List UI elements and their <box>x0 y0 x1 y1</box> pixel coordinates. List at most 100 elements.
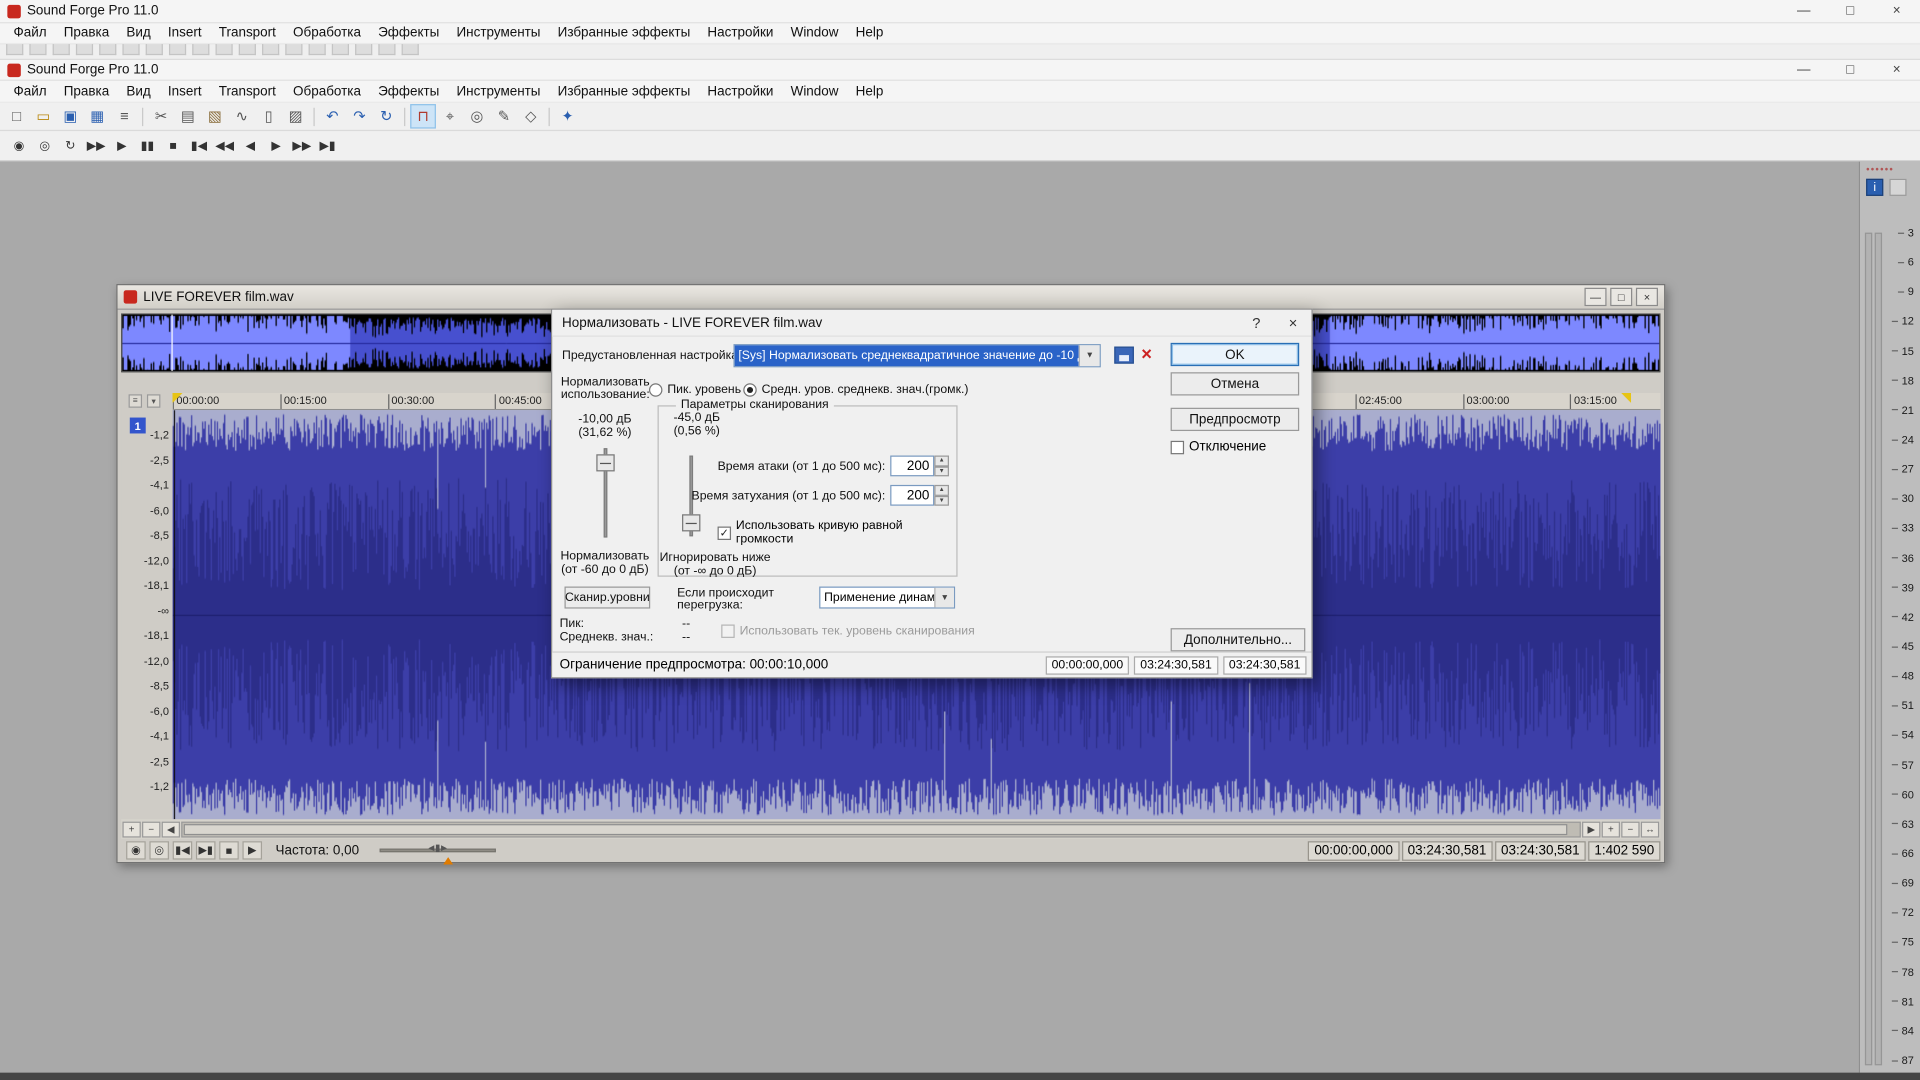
menu-избранные-эффекты[interactable]: Избранные эффекты <box>549 84 699 99</box>
help-icon[interactable]: ? <box>1238 310 1275 336</box>
spin-up-icon[interactable]: ▲ <box>934 485 949 495</box>
equal-loudness-row[interactable]: ✓ Использовать кривую равной громкости <box>718 519 957 546</box>
scan-levels-button[interactable]: Сканир.уровни <box>564 587 650 609</box>
meter-drag-handle[interactable]: •••••• <box>1866 164 1894 175</box>
chevron-down-icon[interactable]: ▼ <box>934 588 954 608</box>
zoom-in-alt-button[interactable]: + <box>1602 821 1620 837</box>
doc-go-end-button[interactable]: ▶▮ <box>196 841 216 859</box>
snap-to-grid-button[interactable]: ⊓ <box>410 104 436 128</box>
zoom-out-button[interactable]: − <box>142 821 160 837</box>
menu-transport[interactable]: Transport <box>210 84 284 99</box>
minimize-icon[interactable]: — <box>1780 0 1827 22</box>
rms-radio[interactable] <box>743 383 756 396</box>
dialog-position-field[interactable]: 00:00:00,000 <box>1046 656 1130 674</box>
cut-button[interactable]: ✂ <box>148 104 174 128</box>
loop-playback-button[interactable]: ◎ <box>33 134 56 157</box>
go-to-end-button[interactable]: ▶▮ <box>316 134 339 157</box>
open-file-button[interactable]: ▭ <box>31 104 57 128</box>
doc-loop-button[interactable]: ◎ <box>149 841 169 859</box>
scroll-left-button[interactable]: ◀ <box>162 821 180 837</box>
zoom-tool-button[interactable]: ⌖ <box>437 104 463 128</box>
menu-transport[interactable]: Transport <box>210 26 284 41</box>
file-properties-button[interactable]: ≡ <box>111 104 137 128</box>
copy-button[interactable]: ▤ <box>175 104 201 128</box>
play-button[interactable]: ▶ <box>110 134 133 157</box>
close-icon[interactable]: × <box>1873 0 1920 22</box>
delete-preset-icon[interactable]: × <box>1141 343 1152 367</box>
menu-правка[interactable]: Правка <box>55 26 118 41</box>
dialog-close-icon[interactable]: × <box>1275 310 1312 336</box>
zoom-in-button[interactable]: + <box>122 821 140 837</box>
spin-down-icon[interactable]: ▼ <box>934 495 949 505</box>
selection-start-marker[interactable] <box>173 393 183 403</box>
menu-настройки[interactable]: Настройки <box>699 84 782 99</box>
menu-help[interactable]: Help <box>847 84 892 99</box>
menu-эффекты[interactable]: Эффекты <box>370 26 448 41</box>
paste-special-button[interactable]: ▨ <box>283 104 309 128</box>
edit-tool-button[interactable]: ✎ <box>491 104 517 128</box>
trim-button[interactable]: ▯ <box>256 104 282 128</box>
normalize-fader-thumb[interactable] <box>596 454 614 471</box>
menu-insert[interactable]: Insert <box>159 84 210 99</box>
dialog-titlebar[interactable]: Нормализовать - LIVE FOREVER film.wav ? … <box>552 310 1311 337</box>
paste-button[interactable]: ▧ <box>202 104 228 128</box>
selection-end-field[interactable]: 03:24:30,581 <box>1495 841 1586 861</box>
loop-button[interactable]: ↻ <box>59 134 82 157</box>
bypass-checkbox[interactable] <box>1171 440 1184 453</box>
menu-insert[interactable]: Insert <box>159 26 210 41</box>
new-file-button[interactable]: □ <box>4 104 30 128</box>
doc-maximize-icon[interactable]: □ <box>1610 288 1632 306</box>
dialog-sel-start-field[interactable]: 03:24:30,581 <box>1134 656 1218 674</box>
doc-close-icon[interactable]: × <box>1636 288 1658 306</box>
spin-up-icon[interactable]: ▲ <box>934 456 949 466</box>
release-time-spinner[interactable]: 200 ▲ ▼ <box>890 485 949 506</box>
zoom-fit-button[interactable]: ↔ <box>1641 821 1659 837</box>
release-time-value[interactable]: 200 <box>890 485 934 506</box>
doc-minimize-icon[interactable]: — <box>1584 288 1606 306</box>
menu-инструменты[interactable]: Инструменты <box>448 26 549 41</box>
position-field[interactable]: 00:00:00,000 <box>1308 841 1399 861</box>
menu-правка[interactable]: Правка <box>55 84 118 99</box>
forward-fast-button[interactable]: ▶▶ <box>290 134 313 157</box>
bypass-checkbox-row[interactable]: Отключение <box>1171 440 1267 455</box>
threshold-fader-thumb[interactable] <box>682 514 700 531</box>
menu-файл[interactable]: Файл <box>5 84 55 99</box>
menu-эффекты[interactable]: Эффекты <box>370 84 448 99</box>
equal-loudness-checkbox[interactable]: ✓ <box>718 526 731 539</box>
cancel-button[interactable]: Отмена <box>1171 372 1300 395</box>
preview-button[interactable]: Предпросмотр <box>1171 408 1300 431</box>
peak-level-radio[interactable] <box>649 383 662 396</box>
document-titlebar[interactable]: LIVE FOREVER film.wav — □ × <box>118 285 1665 309</box>
go-to-start-button[interactable]: ▮◀ <box>187 134 210 157</box>
attack-time-value[interactable]: 200 <box>890 456 934 477</box>
magnify-tool-button[interactable]: ◎ <box>464 104 490 128</box>
selection-end-marker[interactable] <box>1621 393 1631 403</box>
forward-button[interactable]: ▶ <box>264 134 287 157</box>
rate-slider[interactable]: ◄▮► <box>380 841 496 859</box>
envelope-tool-button[interactable]: ◇ <box>518 104 544 128</box>
doc-record-button[interactable]: ◉ <box>126 841 146 859</box>
zoom-out-alt-button[interactable]: − <box>1621 821 1639 837</box>
mix-button[interactable]: ∿ <box>229 104 255 128</box>
info-icon[interactable]: i <box>1866 179 1883 196</box>
pause-button[interactable]: ▮▮ <box>136 134 159 157</box>
overload-dropdown[interactable]: Применение динамиче ▼ <box>819 587 955 609</box>
repeat-button[interactable]: ↻ <box>373 104 399 128</box>
track-tool-icon-2[interactable]: ▾ <box>147 394 160 407</box>
stop-button[interactable]: ■ <box>162 134 185 157</box>
save-preset-icon[interactable] <box>1114 347 1134 364</box>
save-button[interactable]: ▣ <box>58 104 84 128</box>
undo-button[interactable]: ↶ <box>320 104 346 128</box>
scroll-right-button[interactable]: ▶ <box>1582 821 1600 837</box>
redo-button[interactable]: ↷ <box>347 104 373 128</box>
menu-вид[interactable]: Вид <box>118 26 160 41</box>
track-tool-icon-1[interactable]: ≡ <box>129 394 142 407</box>
doc-play-button[interactable]: ▶ <box>242 841 262 859</box>
maximize-icon[interactable]: □ <box>1827 0 1874 22</box>
rewind-button[interactable]: ◀ <box>239 134 262 157</box>
scrollbar-trough[interactable] <box>181 821 1581 837</box>
menu-window[interactable]: Window <box>782 26 847 41</box>
spin-down-icon[interactable]: ▼ <box>934 466 949 476</box>
meter-options-icon[interactable] <box>1889 179 1906 196</box>
more-button[interactable]: Дополнительно... <box>1171 628 1306 651</box>
